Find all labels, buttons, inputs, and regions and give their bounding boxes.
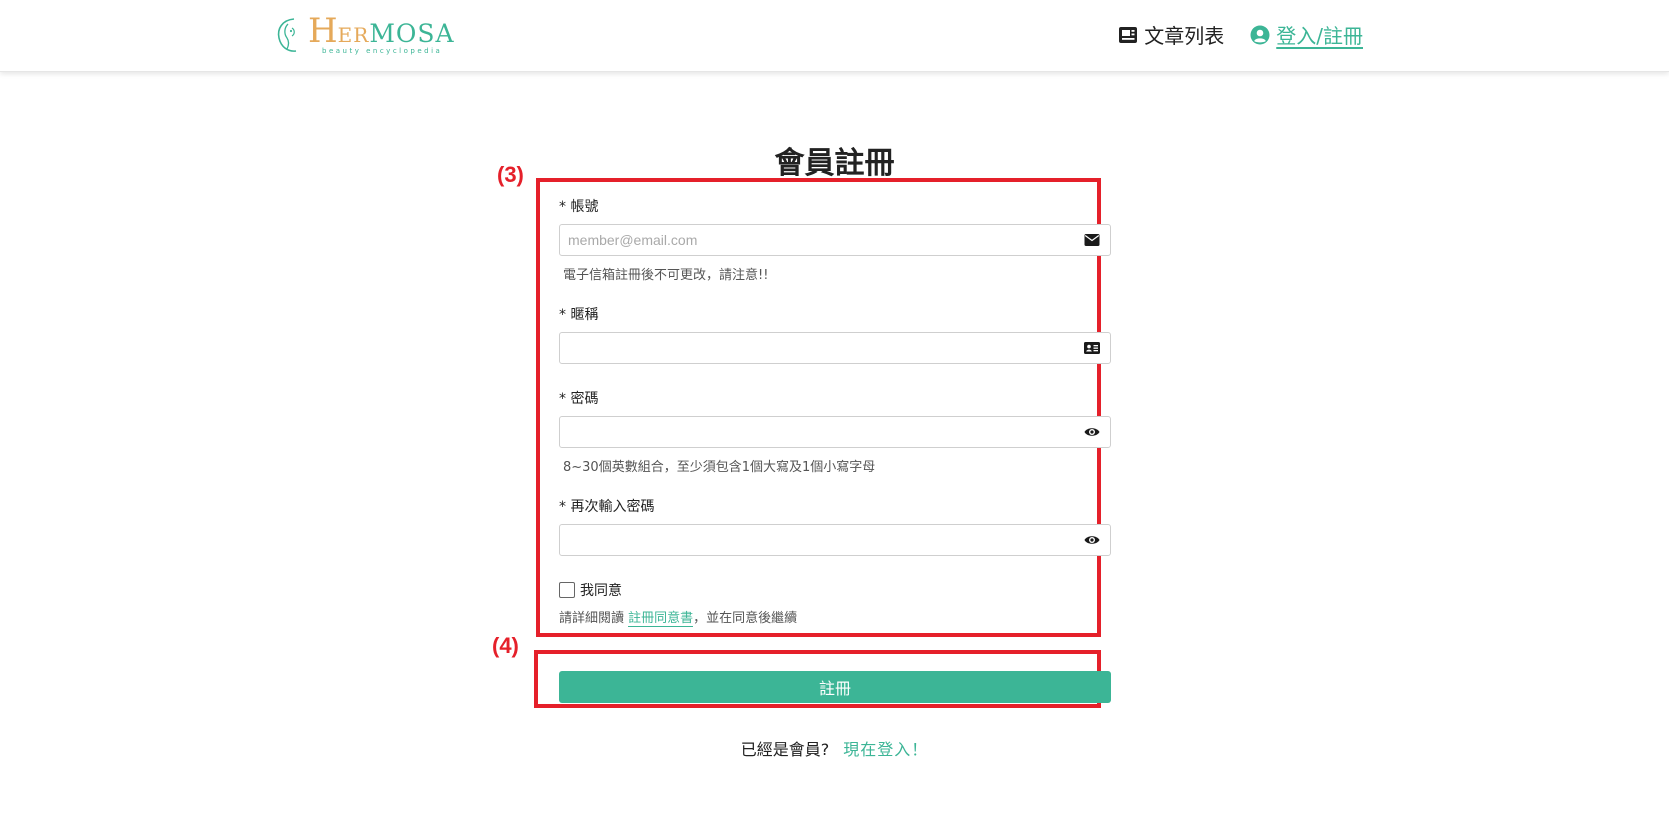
password-confirm-input[interactable] bbox=[560, 525, 1070, 555]
register-button[interactable]: 註冊 bbox=[559, 671, 1111, 703]
password-input[interactable] bbox=[560, 417, 1070, 447]
account-label: * 帳號 bbox=[559, 199, 599, 215]
password-field bbox=[559, 416, 1111, 448]
account-field bbox=[559, 224, 1111, 256]
page-title: 會員註冊 bbox=[774, 146, 895, 181]
logo-face-icon bbox=[277, 18, 297, 52]
top-navbar: HERMOSA beauty encyclopedia 文章列表 登入/註冊 bbox=[0, 0, 1669, 72]
logo-tagline: beauty encyclopedia bbox=[322, 46, 443, 55]
password-hint: 8~30個英數組合，至少須包含1個大寫及1個小寫字母 bbox=[563, 460, 876, 475]
password-confirm-field bbox=[559, 524, 1111, 556]
terms-link[interactable]: 註冊同意書 bbox=[628, 611, 694, 627]
nav-login-register-link[interactable]: 登入/註冊 bbox=[1250, 20, 1363, 49]
nav-articles-label: 文章列表 bbox=[1144, 24, 1225, 48]
nav-articles-link[interactable]: 文章列表 bbox=[1118, 20, 1224, 49]
nickname-input[interactable] bbox=[560, 333, 1070, 363]
envelope-icon bbox=[1084, 234, 1100, 246]
agree-note: 請詳細閱讀 註冊同意書，並在同意後繼續 bbox=[559, 607, 798, 627]
annotation-label-form: (3) bbox=[497, 162, 524, 187]
login-now-link[interactable]: 現在登入！ bbox=[843, 740, 928, 759]
hermosa-logo[interactable]: HERMOSA beauty encyclopedia bbox=[274, 14, 455, 55]
login-prompt: 已經是會員? 現在登入！ bbox=[0, 736, 1669, 760]
account-email-input[interactable] bbox=[560, 225, 1070, 255]
agree-label: 我同意 bbox=[580, 583, 622, 599]
account-hint: 電子信箱註冊後不可更改，請注意!! bbox=[563, 268, 769, 283]
logo-letters-mosa: MOSA bbox=[369, 18, 455, 48]
already-member-text: 已經是會員? bbox=[740, 740, 830, 759]
user-circle-icon bbox=[1250, 25, 1270, 44]
main-nav: 文章列表 登入/註冊 bbox=[1118, 20, 1363, 49]
password-confirm-label: * 再次輸入密碼 bbox=[559, 499, 655, 515]
agree-checkbox[interactable] bbox=[559, 582, 575, 598]
book-icon bbox=[1119, 26, 1138, 43]
password-label: * 密碼 bbox=[559, 391, 599, 407]
nickname-field bbox=[559, 332, 1111, 364]
logo-letters-er: ER bbox=[337, 22, 370, 47]
logo-letter-h: H bbox=[308, 10, 338, 51]
annotation-label-submit: (4) bbox=[492, 633, 519, 658]
agree-row: 我同意 bbox=[559, 580, 622, 600]
eye-icon[interactable] bbox=[1084, 425, 1100, 439]
nickname-label: * 暱稱 bbox=[559, 307, 599, 323]
id-card-icon bbox=[1084, 342, 1100, 354]
eye-icon[interactable] bbox=[1084, 533, 1100, 547]
agree-note-prefix: 請詳細閱讀 bbox=[559, 611, 625, 626]
nav-login-register-label: 登入/註冊 bbox=[1276, 24, 1363, 48]
agree-note-suffix: ，並在同意後繼續 bbox=[693, 611, 798, 626]
